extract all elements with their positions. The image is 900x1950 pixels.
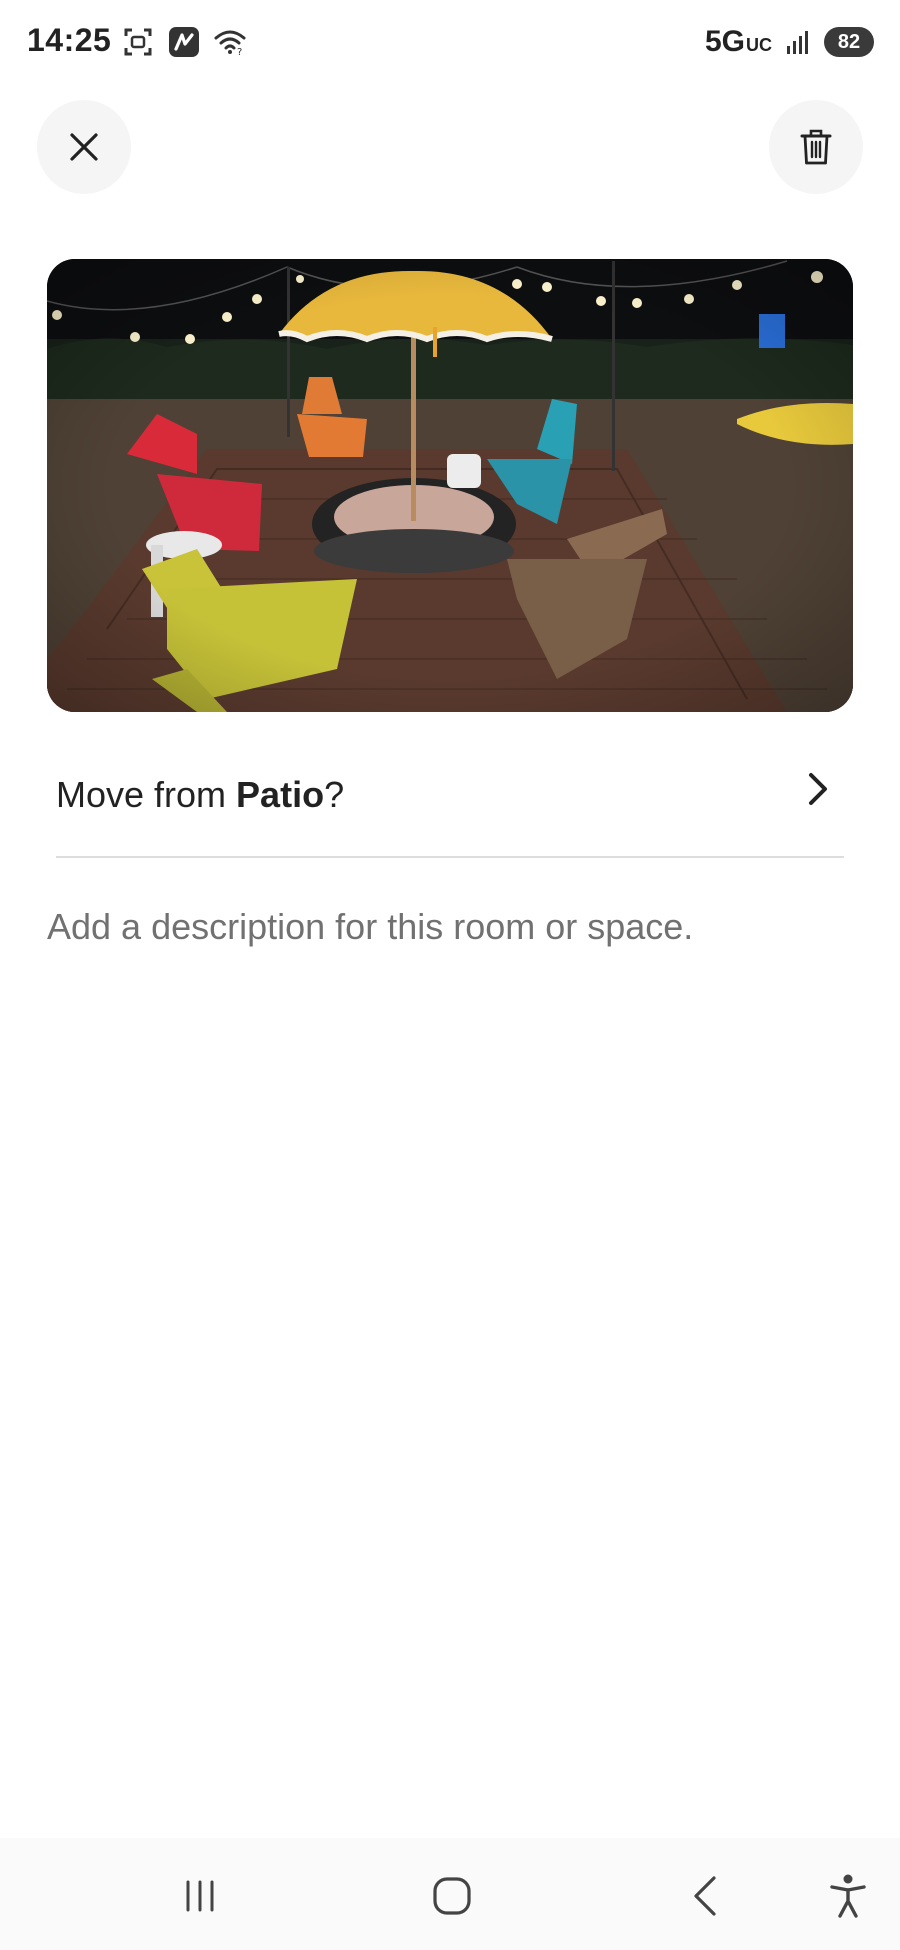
app-notification-icon — [166, 24, 202, 60]
home-icon — [433, 1877, 471, 1915]
current-room-name: Patio — [236, 774, 325, 815]
status-right: 5G UC 82 — [705, 24, 874, 60]
network-label: 5G UC — [705, 25, 772, 59]
status-bar: 14:25 ? 5G UC 82 — [0, 0, 900, 84]
recent-apps-icon — [186, 1880, 214, 1912]
accessibility-button[interactable] — [818, 1868, 878, 1924]
screen: 14:25 ? 5G UC 82 Move from Patio? Add a … — [0, 0, 900, 1950]
svg-text:?: ? — [237, 47, 242, 56]
navigation-bar — [0, 1838, 900, 1950]
network-suffix: UC — [746, 35, 772, 55]
network-type: 5G — [704, 25, 745, 58]
accessibility-icon — [830, 1874, 866, 1918]
wifi-icon: ? — [212, 24, 248, 60]
trash-icon — [800, 129, 832, 165]
recent-apps-button[interactable] — [170, 1868, 230, 1924]
battery-indicator: 82 — [824, 27, 874, 57]
move-suffix: ? — [324, 774, 345, 815]
move-room-label: Move from Patio? — [56, 774, 344, 816]
status-time: 14:25 — [27, 22, 112, 58]
close-button[interactable] — [37, 100, 131, 194]
close-icon — [70, 133, 98, 161]
chevron-right-icon — [809, 773, 827, 805]
patio-photo[interactable] — [47, 259, 853, 712]
delete-button[interactable] — [769, 100, 863, 194]
description-input[interactable] — [47, 906, 847, 948]
home-button[interactable] — [422, 1868, 482, 1924]
screenshot-icon — [120, 24, 156, 60]
move-prefix: Move from — [56, 774, 237, 815]
back-button[interactable] — [676, 1868, 736, 1924]
back-icon — [694, 1876, 716, 1916]
move-room-row[interactable]: Move from Patio? — [56, 750, 844, 858]
signal-icon — [780, 24, 816, 60]
status-icons-left: ? — [120, 24, 248, 60]
